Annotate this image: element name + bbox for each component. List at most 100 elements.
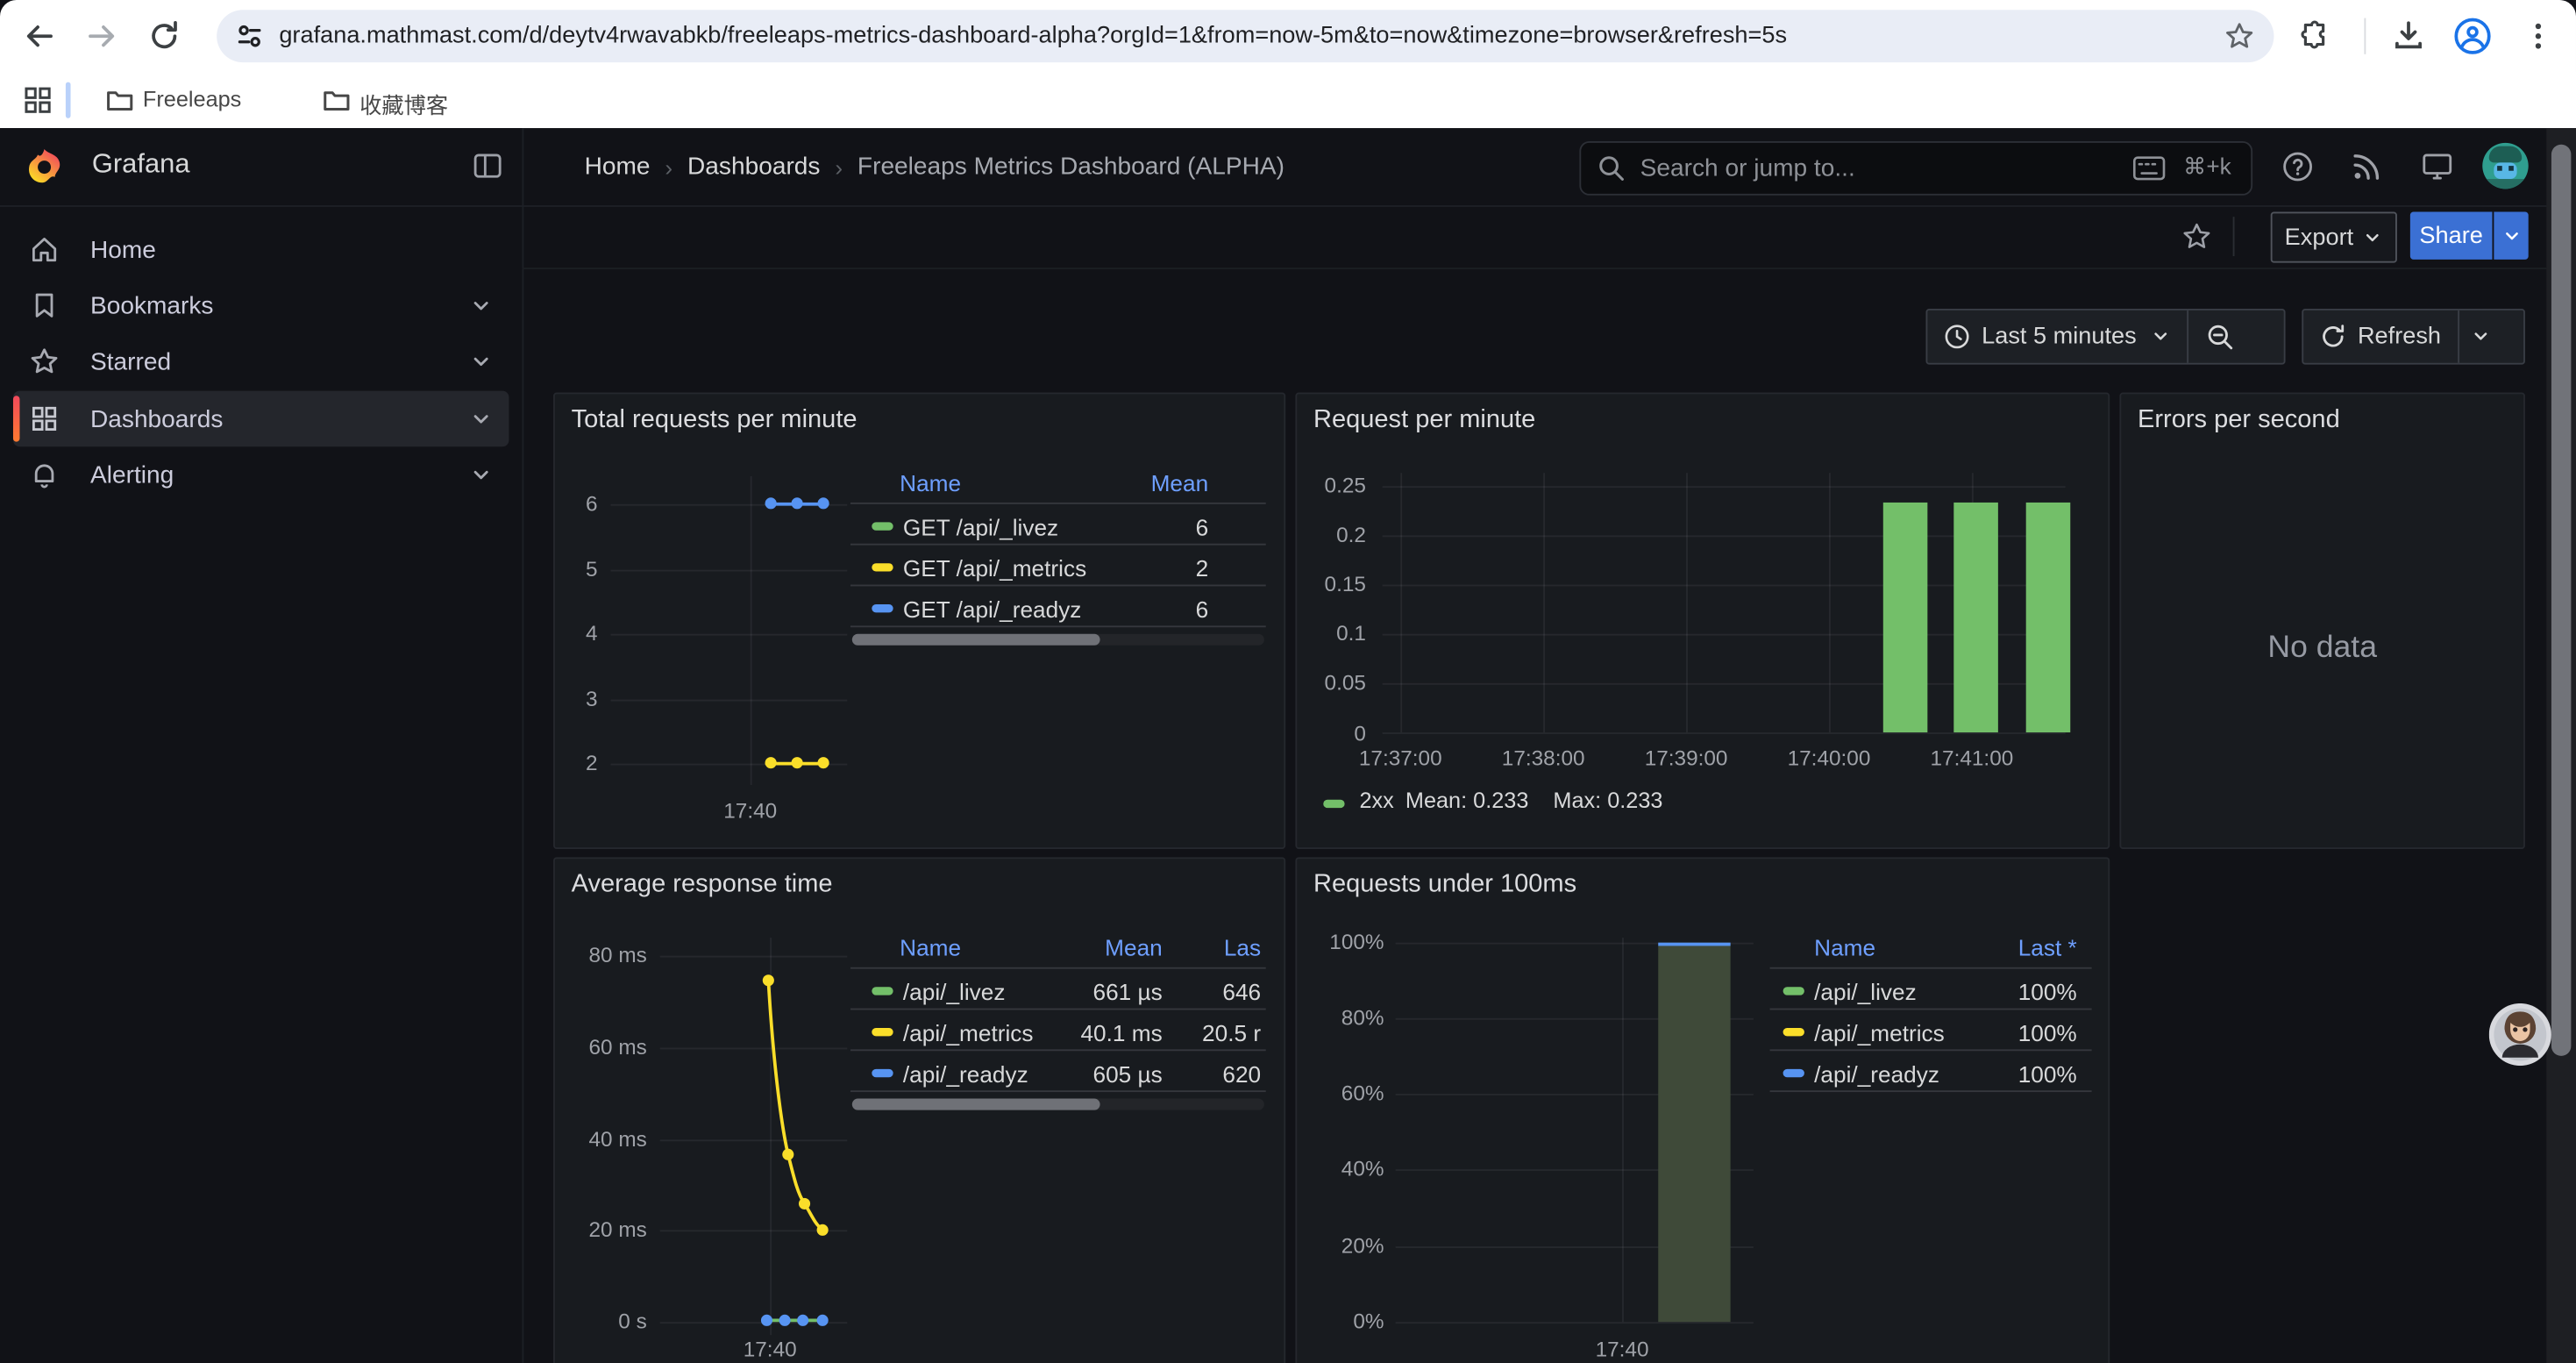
bookmark-item[interactable]: 收藏博客 xyxy=(359,87,448,119)
back-icon[interactable] xyxy=(23,19,55,52)
legend-header-mean[interactable]: Mean xyxy=(1048,934,1163,960)
search-box[interactable]: ⌘+k xyxy=(1579,141,2252,196)
legend-series-name[interactable]: /api/_livez xyxy=(903,979,1006,1005)
bookmark-item[interactable]: Freeleaps xyxy=(143,87,241,111)
sidebar-item-alerting[interactable]: Alerting xyxy=(13,446,509,503)
legend-header-name[interactable]: Name xyxy=(1814,934,1875,960)
share-button[interactable]: Share xyxy=(2410,212,2493,260)
page-scrollbar[interactable] xyxy=(2546,128,2576,1363)
reload-icon[interactable] xyxy=(148,19,181,52)
export-label: Export xyxy=(2285,225,2353,251)
time-range-picker[interactable]: Last 5 minutes xyxy=(1927,310,2187,363)
user-avatar[interactable] xyxy=(2482,143,2528,189)
legend-header-name[interactable]: Name xyxy=(900,934,961,960)
bookmark-star-icon[interactable] xyxy=(2224,21,2254,51)
menu-icon[interactable] xyxy=(2523,19,2553,52)
panel-title[interactable]: Requests under 100ms xyxy=(1313,870,1576,900)
legend-series-mean: 6 xyxy=(1097,596,1208,623)
floating-assistant-avatar[interactable] xyxy=(2489,1003,2551,1066)
sidebar-item-dashboards[interactable]: Dashboards xyxy=(13,391,509,447)
site-settings-icon[interactable] xyxy=(235,21,265,51)
no-data-message: No data xyxy=(2121,631,2523,667)
refresh-button[interactable]: Refresh xyxy=(2303,310,2458,363)
breadcrumb-dashboards[interactable]: Dashboards xyxy=(687,153,820,181)
panel-errors-per-second: Errors per second No data xyxy=(2119,392,2525,848)
profile-icon[interactable] xyxy=(2453,17,2493,56)
url-bar[interactable]: grafana.mathmast.com/d/deytv4rwavabkb/fr… xyxy=(217,10,2274,62)
panel-title[interactable]: Request per minute xyxy=(1313,405,1535,435)
zoom-out-button[interactable] xyxy=(2188,310,2253,363)
news-rss-icon[interactable] xyxy=(2351,151,2382,182)
sidebar-item-label: Dashboards xyxy=(90,405,223,433)
home-icon xyxy=(30,235,60,265)
legend-header-mean[interactable]: Mean xyxy=(1097,469,1208,496)
chevron-down-icon[interactable] xyxy=(470,407,493,430)
bell-icon xyxy=(30,460,60,489)
series-swatch xyxy=(1783,1028,1804,1036)
legend-series-name[interactable]: GET /api/_metrics xyxy=(903,555,1086,582)
legend-header-last[interactable]: Last * xyxy=(1934,934,2077,960)
legend-series-name[interactable]: /api/_readyz xyxy=(1814,1060,1939,1087)
scrollbar-thumb[interactable] xyxy=(2551,145,2571,1056)
y-tick: 4 xyxy=(555,623,598,646)
y-tick: 2 xyxy=(555,753,598,775)
time-range-label: Last 5 minutes xyxy=(1982,324,2137,350)
y-tick: 0.15 xyxy=(1297,573,1366,596)
legend-series-name[interactable]: /api/_livez xyxy=(1814,979,1917,1005)
export-button[interactable]: Export xyxy=(2271,212,2397,263)
sidebar-item-label: Alerting xyxy=(90,460,174,489)
sidebar: Grafana Home Bookmarks xyxy=(0,128,523,1363)
url-text[interactable]: grafana.mathmast.com/d/deytv4rwavabkb/fr… xyxy=(279,10,2200,62)
share-dropdown-button[interactable] xyxy=(2494,212,2528,260)
series-swatch xyxy=(1323,800,1344,808)
search-input[interactable] xyxy=(1637,145,2054,192)
sidebar-item-bookmarks[interactable]: Bookmarks xyxy=(13,277,509,333)
legend-series-name[interactable]: 2xx xyxy=(1359,789,1393,813)
legend-mean: Mean: 0.233 xyxy=(1405,789,1529,813)
legend-series-last: 620 xyxy=(1146,1060,1261,1087)
extensions-icon[interactable] xyxy=(2299,19,2331,52)
panel-title[interactable]: Errors per second xyxy=(2138,405,2340,435)
chevron-down-icon[interactable] xyxy=(470,294,493,317)
y-tick: 0.1 xyxy=(1297,623,1366,646)
kiosk-monitor-icon[interactable] xyxy=(2422,151,2453,182)
series-swatch xyxy=(1783,1069,1804,1077)
legend-series-name[interactable]: /api/_metrics xyxy=(1814,1020,1945,1046)
legend-scrollbar[interactable] xyxy=(852,1099,1264,1110)
help-icon[interactable] xyxy=(2282,151,2314,182)
sidebar-item-starred[interactable]: Starred xyxy=(13,333,509,389)
y-tick: 0.05 xyxy=(1297,672,1366,695)
legend-series-name[interactable]: GET /api/_readyz xyxy=(903,596,1082,623)
series-swatch xyxy=(872,1028,893,1036)
chevron-down-icon[interactable] xyxy=(470,350,493,373)
legend-series-name[interactable]: /api/_readyz xyxy=(903,1060,1028,1087)
breadcrumb-separator: › xyxy=(835,153,843,180)
chevron-down-icon[interactable] xyxy=(470,463,493,486)
active-indicator xyxy=(13,396,19,441)
legend-table: Name Mean Las /api/_livez 661 µs 646 /ap… xyxy=(850,931,1266,1120)
folder-icon[interactable] xyxy=(322,85,352,115)
browser-chrome: grafana.mathmast.com/d/deytv4rwavabkb/fr… xyxy=(0,0,2576,128)
breadcrumb-home[interactable]: Home xyxy=(585,153,651,181)
legend-series-name[interactable]: GET /api/_livez xyxy=(903,514,1058,540)
legend-header-name[interactable]: Name xyxy=(900,469,961,496)
favorite-star-icon[interactable] xyxy=(2182,222,2212,252)
panel-request-per-minute: Request per minute 0.25 0.2 0.15 0.1 0.0… xyxy=(1295,392,2110,848)
legend-series-name[interactable]: /api/_metrics xyxy=(903,1020,1034,1046)
folder-icon[interactable] xyxy=(105,85,135,115)
bookmark-icon xyxy=(30,290,60,320)
refresh-group: Refresh xyxy=(2302,309,2525,365)
legend-header-last[interactable]: Las xyxy=(1178,934,1261,960)
panel-title[interactable]: Total requests per minute xyxy=(572,405,857,435)
apps-grid-icon[interactable] xyxy=(23,85,53,115)
refresh-interval-dropdown[interactable] xyxy=(2458,310,2502,363)
y-tick: 100% xyxy=(1297,931,1384,954)
grafana-header: Home › Dashboards › Freeleaps Metrics Da… xyxy=(0,128,2576,207)
legend-series-last: 20.5 r xyxy=(1146,1020,1261,1046)
y-tick: 0.25 xyxy=(1297,475,1366,497)
forward-icon[interactable] xyxy=(85,19,117,52)
download-icon[interactable] xyxy=(2390,18,2426,54)
legend-scrollbar[interactable] xyxy=(852,634,1264,646)
sidebar-item-home[interactable]: Home xyxy=(13,222,509,278)
y-tick: 6 xyxy=(555,493,598,516)
